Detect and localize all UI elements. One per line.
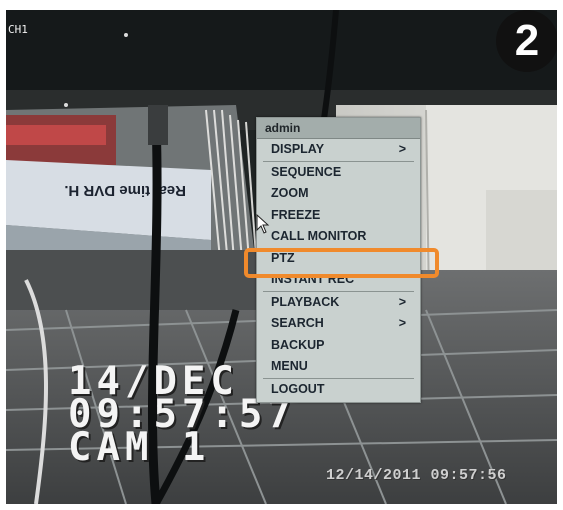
menu-item-label: ZOOM [271,186,309,200]
submenu-arrow-icon: > [398,316,406,330]
submenu-arrow-icon: > [398,294,406,309]
menu-item-zoom[interactable]: ZOOM [257,183,420,205]
menu-item-label: SEARCH [271,316,324,330]
menu-item-sequence[interactable]: SEQUENCE [257,162,420,184]
menu-item-label: FREEZE [271,207,321,222]
menu-item-logout[interactable]: LOGOUT [257,379,420,401]
ptz-highlight-box [244,248,439,278]
step-number-badge: 2 [496,10,557,72]
menu-item-label: PLAYBACK [271,294,340,309]
channel-label: CH1 [8,23,28,36]
menu-item-playback[interactable]: PLAYBACK > [257,292,420,314]
menu-item-label: MENU [271,359,308,373]
menu-item-label: BACKUP [271,337,325,352]
menu-item-label: SEQUENCE [271,164,342,179]
menu-item-backup[interactable]: BACKUP [257,335,420,357]
menu-item-search[interactable]: SEARCH > [257,313,420,335]
menu-item-display[interactable]: DISPLAY > [257,139,420,161]
menu-item-label: CALL MONITOR [271,229,367,243]
device-label: Real time DVR H. [64,182,186,199]
menu-item-call-monitor[interactable]: CALL MONITOR [257,226,420,248]
menu-item-label: LOGOUT [271,381,325,396]
menu-item-menu[interactable]: MENU [257,356,420,378]
menu-user-header: admin [257,118,420,139]
menu-item-freeze[interactable]: FREEZE [257,205,420,227]
timestamp: 12/14/2011 09:57:56 [326,467,507,484]
mouse-pointer-icon [256,214,270,234]
submenu-arrow-icon: > [398,142,406,156]
menu-item-label: DISPLAY [271,142,325,156]
